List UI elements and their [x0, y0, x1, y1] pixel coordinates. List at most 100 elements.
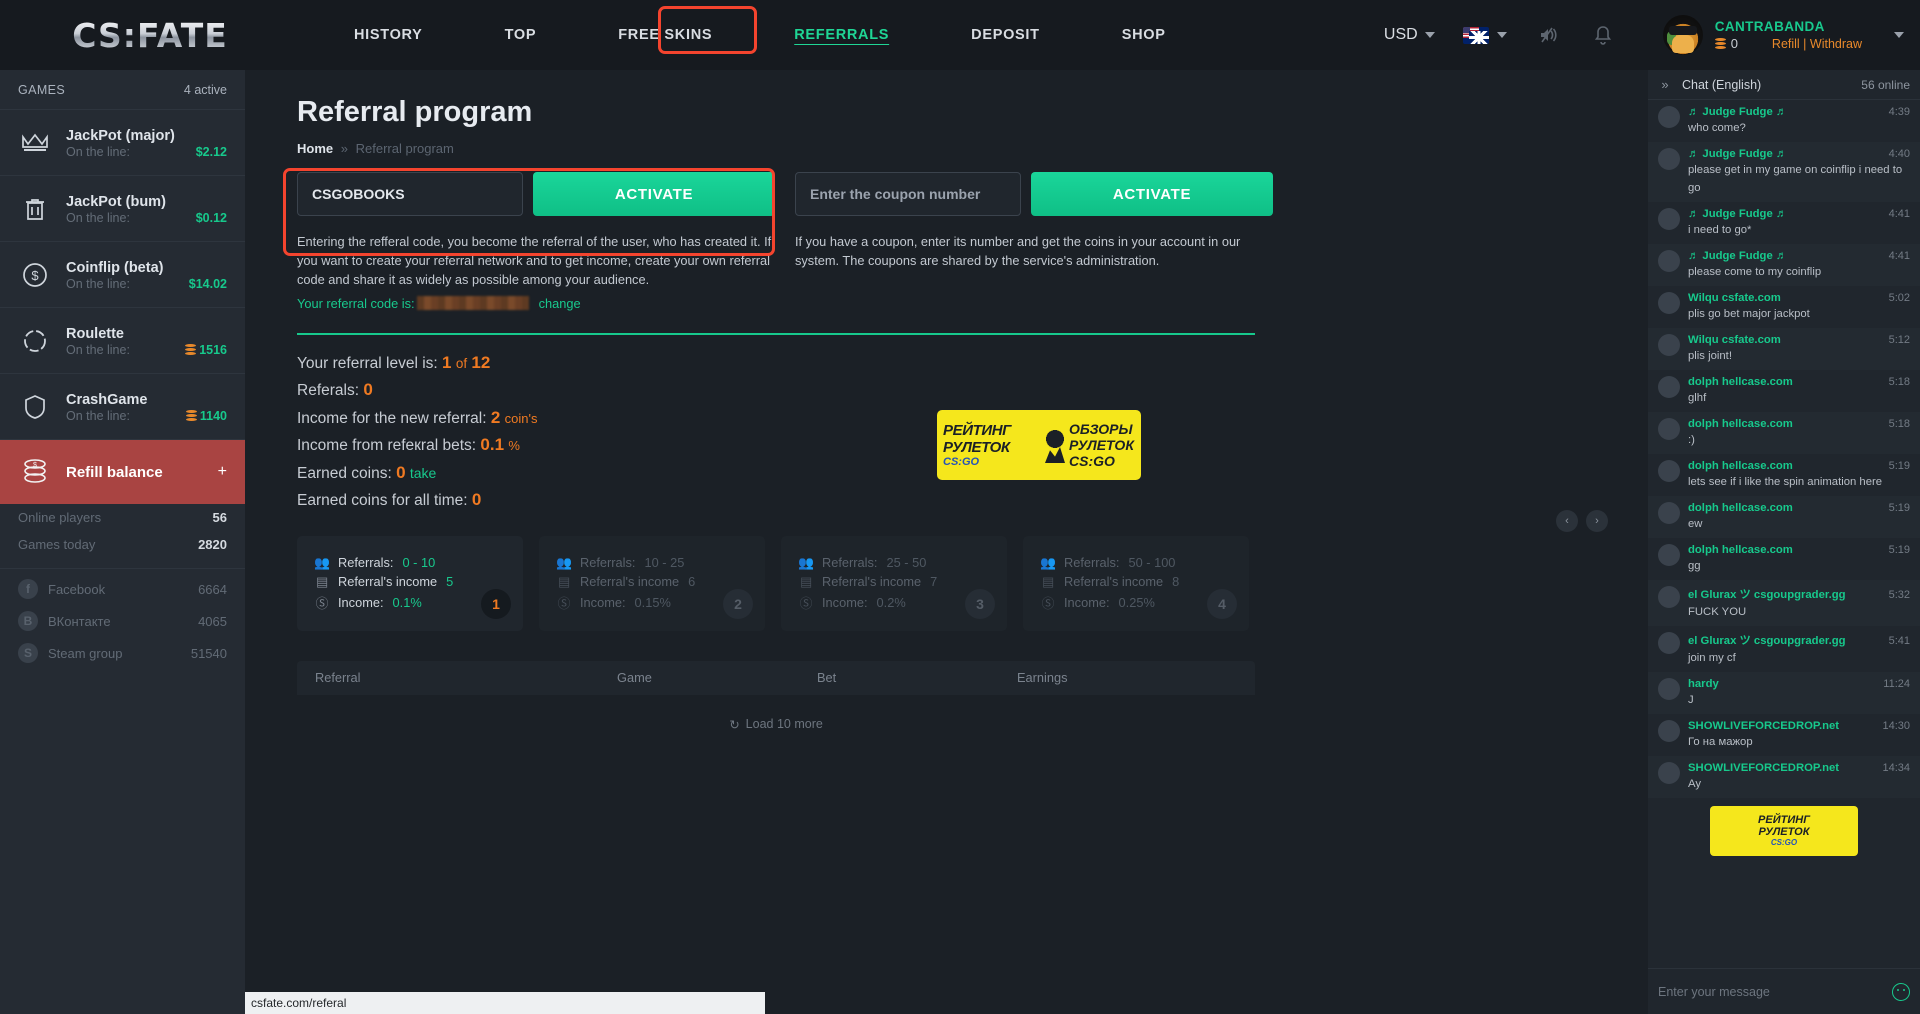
nav-item-deposit[interactable]: DEPOSIT [963, 17, 1048, 53]
currency-selector[interactable]: USD [1384, 26, 1435, 44]
take-link[interactable]: take [410, 465, 436, 481]
stat-value: 2820 [198, 537, 227, 552]
breadcrumb-home[interactable]: Home [297, 141, 333, 156]
sidebar-active-count: 4 active [183, 82, 227, 97]
social-vkontakte[interactable]: В ВКонтакте 4065 [0, 605, 245, 637]
chat-message-time: 4:40 [1888, 148, 1910, 160]
load-more-button[interactable]: ↻ Load 10 more [297, 717, 1255, 732]
user-profile[interactable]: CANTRABANDA 0 Refill | Withdraw [1662, 15, 1920, 55]
nav-item-history[interactable]: HISTORY [346, 17, 431, 53]
sidebar-item-roulette[interactable]: Roulette On the line: 1516 [0, 308, 245, 374]
chat-message-text: please come to my coinflip [1688, 266, 1822, 278]
refresh-icon: ↻ [729, 717, 740, 732]
nav-item-shop[interactable]: SHOP [1114, 17, 1174, 53]
card-level-badge: 2 [723, 588, 753, 619]
avatar [1658, 586, 1680, 608]
user-balance-value: 0 [1730, 36, 1738, 51]
card-percent-label: Income: [580, 594, 626, 610]
activate-coupon-button[interactable]: ACTIVATE [1031, 172, 1273, 216]
column-bet: Bet [817, 670, 837, 686]
game-name: Coinflip (beta) [66, 259, 164, 276]
game-line-label: On the line: [66, 210, 130, 225]
sidebar-item-crashgame[interactable]: CrashGame On the line: 1140 [0, 374, 245, 440]
nav-item-referrals[interactable]: REFERRALS [786, 17, 897, 53]
avatar [1658, 292, 1680, 314]
people-icon: 👥 [1040, 554, 1056, 570]
chat-online-count: 56 online [1861, 77, 1910, 92]
activate-referral-button[interactable]: ACTIVATE [533, 172, 775, 216]
coins-icon: ▤ [799, 573, 813, 589]
avatar [1658, 678, 1680, 700]
sound-toggle-button[interactable] [1539, 25, 1561, 45]
crown-icon [18, 133, 52, 153]
social-count: 6664 [198, 581, 227, 597]
chat-message-text: i need to go* [1688, 224, 1752, 236]
nav-item-free-skins[interactable]: FREE SKINS [610, 17, 720, 53]
promo-banner[interactable]: РЕЙТИНГ РУЛЕТОК CS:GO ОБЗОРЫ РУЛЕТОК CS:… [937, 410, 1141, 480]
refill-withdraw-links[interactable]: Refill | Withdraw [1772, 37, 1862, 51]
chat-message: el Glurax ツ csgoupgrader.gg 5:32 FUCK YOU [1648, 580, 1920, 626]
sidebar-item-coinflip[interactable]: $ Coinflip (beta) On the line: $14.02 [0, 242, 245, 308]
chat-message-author: dolph hellcase.com [1688, 418, 1793, 430]
level-value: 1 [442, 352, 452, 372]
chevron-down-icon [1424, 32, 1435, 38]
game-line-value: 1516 [185, 343, 227, 357]
referral-description: Entering the refferal code, you become t… [297, 234, 772, 288]
chevron-right-double-icon[interactable]: » [1648, 77, 1682, 92]
level-card-4[interactable]: 👥 Referrals: 50 - 100 ▤ Referral's incom… [1023, 535, 1249, 631]
change-code-link[interactable]: change [539, 296, 581, 311]
chat-input-row [1648, 968, 1920, 1014]
social-facebook[interactable]: f Facebook 6664 [0, 573, 245, 605]
chat-message-text: plis go bet major jackpot [1688, 308, 1810, 320]
income-new-label: Income for the new referral: [297, 409, 487, 427]
sidebar-games-title: GAMES [18, 82, 66, 97]
referral-code-input[interactable] [297, 172, 523, 216]
card-percent-value: 0.15% [634, 594, 671, 610]
chat-message: dolph hellcase.com 5:18 glhf [1648, 370, 1920, 412]
income-bets-value: 0.1 [480, 435, 505, 455]
card-referrals-value: 10 - 25 [644, 555, 685, 571]
avatar [1658, 418, 1680, 440]
sidebar-header: GAMES 4 active [0, 70, 245, 110]
game-name: Roulette [66, 325, 124, 342]
chat-message-text: lets see if i like the spin animation he… [1688, 476, 1883, 488]
avatar [1658, 250, 1680, 272]
emoji-icon[interactable] [1892, 982, 1910, 1001]
plus-icon: + [217, 463, 227, 480]
people-icon: 👥 [798, 554, 814, 570]
coupon-description: If you have a coupon, enter its number a… [795, 234, 1241, 269]
carousel-prev-button[interactable]: ‹ [1556, 510, 1578, 532]
site-logo[interactable]: CS:FATE [0, 16, 300, 55]
chat-messages[interactable]: ♬ Judge Fudge ♬ 4:39 who come? ♬ Judge Fud… [1648, 100, 1920, 968]
language-selector[interactable] [1462, 26, 1507, 44]
coupon-panel: ACTIVATE If you have a coupon, enter its… [795, 172, 1273, 311]
coupon-number-input[interactable] [795, 172, 1021, 216]
banner-right-text: ОБЗОРЫ РУЛЕТОК CS:GO [1069, 421, 1141, 469]
chevron-down-icon[interactable] [1894, 32, 1904, 38]
sidebar-item-jackpot-bum[interactable]: JackPot (bum) On the line: $0.12 [0, 176, 245, 242]
refill-balance-button[interactable]: $ Refill balance + [0, 440, 245, 504]
level-card-1[interactable]: 👥 Referrals: 0 - 10 ▤ Referral's income … [297, 535, 523, 631]
chat-message-time: 5:19 [1888, 544, 1910, 556]
chat-message: ♬ Judge Fudge ♬ 4:41 i need to go* [1648, 202, 1920, 244]
avatar [1658, 632, 1680, 654]
sidebar-item-jackpot-major[interactable]: JackPot (major) On the line: $2.12 [0, 110, 245, 176]
level-card-2[interactable]: 👥 Referrals: 10 - 25 ▤ Referral's income… [539, 535, 765, 631]
dollar-circle-icon: $ [18, 262, 52, 288]
game-line-number: 1140 [199, 408, 227, 423]
card-income-label: Referral's income [1064, 574, 1164, 590]
chat-promo-banner[interactable]: РЕЙТИНГ РУЛЕТОК CS:GO [1710, 806, 1858, 856]
dollar-icon: Ⓢ [315, 595, 329, 611]
level-card-3[interactable]: 👥 Referrals: 25 - 50 ▤ Referral's income… [781, 535, 1007, 631]
referral-code-panel: ACTIVATE Entering the refferal code, you… [297, 172, 775, 311]
dollar-icon: Ⓢ [557, 595, 571, 611]
notifications-button[interactable] [1593, 24, 1613, 46]
social-count: 51540 [190, 645, 227, 661]
nav-item-top[interactable]: TOP [497, 17, 545, 53]
card-income-value: 5 [446, 574, 454, 590]
chat-message-input[interactable] [1658, 984, 1884, 999]
carousel-next-button[interactable]: › [1586, 510, 1608, 532]
social-steam-group[interactable]: S Steam group 51540 [0, 637, 245, 669]
chat-message-time: 5:18 [1888, 376, 1910, 388]
game-line-value: $0.12 [195, 210, 227, 225]
